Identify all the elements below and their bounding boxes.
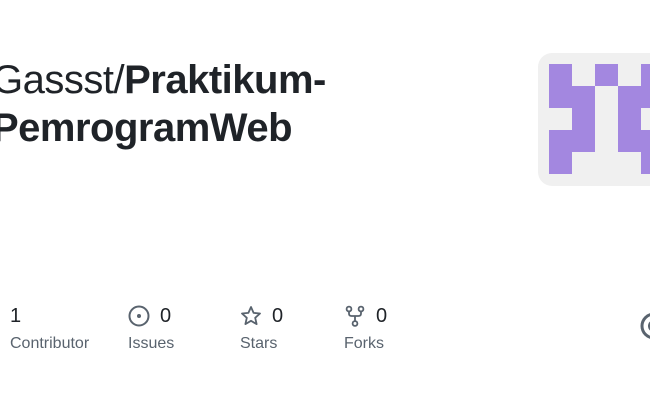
identicon-cell	[549, 64, 572, 86]
repo-separator: /	[113, 58, 125, 102]
repo-forked-icon	[344, 305, 366, 327]
identicon-cell	[641, 152, 650, 174]
identicon-cell	[572, 86, 595, 108]
identicon-cell	[641, 86, 650, 108]
star-icon	[240, 305, 262, 327]
repo-stats: 1 Contributor 0 Issues 0 Stars 0 Forks	[0, 300, 650, 370]
stat-forks[interactable]: 0 Forks	[344, 300, 387, 360]
repo-title[interactable]: Gassst/Praktikum-PemrogramWeb	[0, 56, 512, 152]
forks-count: 0	[376, 305, 388, 327]
issues-count: 0	[160, 305, 172, 327]
owner-avatar[interactable]	[538, 53, 650, 186]
stat-issues[interactable]: 0 Issues	[128, 300, 174, 360]
stars-label: Stars	[240, 335, 278, 352]
identicon-cell	[549, 86, 572, 108]
identicon-cell	[572, 130, 595, 152]
stat-stars[interactable]: 0 Stars	[240, 300, 283, 360]
identicon-cell	[618, 130, 641, 152]
identicon-cell	[595, 64, 618, 86]
identicon-cell	[618, 108, 641, 130]
stars-count: 0	[272, 305, 284, 327]
repo-social-card: Gassst/Praktikum-PemrogramWeb 1 Contribu…	[0, 0, 650, 400]
forks-label: Forks	[344, 335, 384, 352]
identicon-cell	[549, 130, 572, 152]
identicon-cell	[549, 152, 572, 174]
stat-contributors[interactable]: 1 Contributor	[10, 300, 89, 360]
issue-open-icon	[128, 305, 150, 327]
contributors-count: 1	[10, 305, 22, 327]
contributors-label: Contributor	[10, 335, 90, 352]
repo-owner[interactable]: Gassst	[0, 58, 114, 102]
identicon-cell	[572, 108, 595, 130]
identicon-cell	[641, 64, 650, 86]
identicon-cell	[641, 130, 650, 152]
identicon-cell	[618, 86, 641, 108]
github-logo-icon	[640, 312, 650, 340]
issues-label: Issues	[128, 335, 175, 352]
